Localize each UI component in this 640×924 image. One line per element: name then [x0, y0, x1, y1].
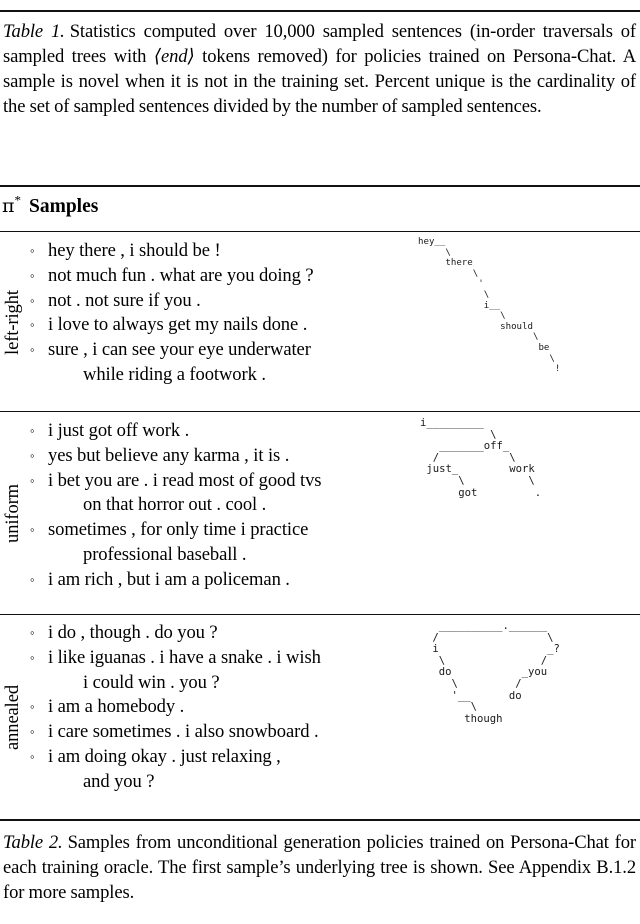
bullet-icon: ◦	[30, 571, 35, 587]
bullet-icon: ◦	[30, 342, 35, 358]
bullet-icon: ◦	[30, 522, 35, 538]
bullet-icon: ◦	[30, 267, 35, 283]
list-item: ◦ i like iguanas . i have a snake . i wi…	[28, 646, 414, 696]
sample-line-1: hey there , i should be !	[48, 240, 221, 261]
table-header-row: π* Samples	[0, 189, 640, 232]
samples-list-uniform: ◦ i just got off work . ◦ yes but believ…	[28, 419, 414, 593]
sample-line-1: i am doing okay . just relaxing ,	[48, 746, 281, 768]
bullet-icon: ◦	[30, 749, 35, 765]
samples-list-left-right: ◦ hey there , i should be ! ◦ not much f…	[28, 239, 414, 388]
bullet-icon: ◦	[30, 447, 35, 463]
sample-line-1: sure , i can see your eye underwater	[48, 339, 311, 361]
sample-line-2: on that horror out . cool .	[83, 494, 267, 516]
sample-line-1: i care sometimes . i also snowboard .	[48, 721, 319, 743]
bullet-icon: ◦	[30, 317, 35, 333]
list-item: ◦ i just got off work .	[28, 419, 414, 444]
row-label-left-right: left-right	[2, 289, 23, 355]
table-1-caption: Table 1. Statistics computed over 10,000 …	[3, 19, 636, 119]
bullet-icon: ◦	[30, 472, 35, 488]
list-item: ◦ i bet you are . i read most of good tv…	[28, 469, 414, 519]
table-section-uniform: uniform ◦ i just got off work . ◦ yes bu…	[0, 412, 640, 614]
row-label-uniform: uniform	[2, 483, 23, 543]
end-token-symbol: ⟨end⟩	[153, 46, 195, 67]
table-section-annealed: annealed ◦ i do , though . do you ? ◦ i …	[0, 615, 640, 819]
list-item: ◦ sure , i can see your eye underwater w…	[28, 338, 414, 388]
table-2-caption-text: Samples from unconditional generation po…	[3, 832, 636, 903]
table-bottom-rule	[0, 819, 640, 821]
parse-tree-ascii-annealed: __________.______ / \ i _? \ / do _you \…	[432, 620, 560, 725]
bullet-icon: ◦	[30, 243, 35, 258]
table-1-label: Table 1.	[3, 21, 65, 42]
sample-line-1: i am rich , but i am a policeman .	[48, 568, 290, 590]
sample-line-1: yes but believe any karma , it is .	[48, 444, 290, 466]
list-item: ◦ not . not sure if you .	[28, 289, 414, 314]
parse-tree-ascii-uniform: i_________ \ _______off_ / \ just_ work …	[420, 417, 542, 499]
bullet-icon: ◦	[30, 724, 35, 740]
header-bottom-rule	[0, 231, 640, 232]
parse-tree-ascii-left-right: hey__ \ there \ ' \ i__ \ should \ be \	[418, 237, 561, 375]
list-item: ◦ i love to always get my nails done .	[28, 313, 414, 338]
sample-line-1: i am a homebody .	[48, 696, 185, 718]
policy-symbol: π	[2, 195, 15, 217]
sample-line-2: while riding a footwork .	[83, 364, 266, 386]
table-section-left-right: left-right ◦ hey there , i should be ! ◦…	[0, 233, 640, 411]
table-figure-page: Table 1. Statistics computed over 10,000 …	[0, 0, 640, 924]
bullet-icon: ◦	[30, 423, 35, 438]
sample-line-2: professional baseball .	[83, 544, 247, 566]
bullet-icon: ◦	[30, 625, 35, 640]
bullet-icon: ◦	[30, 292, 35, 308]
table-2-label: Table 2.	[3, 832, 63, 853]
samples-column-header: Samples	[29, 196, 99, 217]
list-item: ◦ sometimes , for only time i practice p…	[28, 518, 414, 568]
sample-line-1: i do , though . do you ?	[48, 622, 218, 643]
list-item: ◦ yes but believe any karma , it is .	[28, 444, 414, 469]
row-label-annealed: annealed	[2, 684, 23, 750]
top-rule	[0, 10, 640, 12]
sample-line-1: i just got off work .	[48, 420, 190, 441]
sample-line-2: and you ?	[83, 770, 155, 792]
bullet-icon: ◦	[30, 699, 35, 715]
policy-superscript: *	[14, 192, 22, 208]
bullet-icon: ◦	[30, 649, 35, 665]
list-item: ◦ i am a homebody .	[28, 695, 414, 720]
sample-line-1: i bet you are . i read most of good tvs	[48, 469, 322, 491]
list-item: ◦ i am doing okay . just relaxing , and …	[28, 745, 414, 795]
samples-list-annealed: ◦ i do , though . do you ? ◦ i like igua…	[28, 621, 414, 795]
list-item: ◦ not much fun . what are you doing ?	[28, 264, 414, 289]
list-item: ◦ hey there , i should be !	[28, 239, 414, 264]
sample-line-1: not . not sure if you .	[48, 289, 201, 311]
list-item: ◦ i am rich , but i am a policeman .	[28, 568, 414, 593]
sample-line-1: i like iguanas . i have a snake . i wish	[48, 646, 321, 668]
list-item: ◦ i do , though . do you ?	[28, 621, 414, 646]
table-top-rule	[0, 185, 640, 187]
list-item: ◦ i care sometimes . i also snowboard .	[28, 720, 414, 745]
sample-line-2: i could win . you ?	[83, 671, 220, 693]
table-2-caption: Table 2. Samples from unconditional gener…	[3, 830, 636, 905]
sample-line-1: sometimes , for only time i practice	[48, 519, 309, 541]
sample-line-1: i love to always get my nails done .	[48, 314, 308, 336]
sample-line-1: not much fun . what are you doing ?	[48, 264, 314, 286]
